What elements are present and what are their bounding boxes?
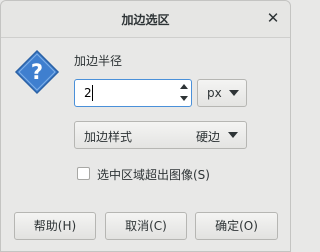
grow-style-value: 硬边 (196, 130, 221, 144)
unit-value: px (207, 86, 222, 100)
unit-dropdown[interactable]: px (197, 79, 247, 107)
question-icon: ? (14, 49, 60, 95)
exceed-image-label[interactable]: 选中区域超出图像(S) (97, 166, 210, 183)
grow-style-dropdown[interactable]: 加边样式 硬边 (74, 121, 247, 149)
close-icon[interactable]: ✕ (264, 9, 282, 27)
grow-selection-dialog: 加边选区 ✕ ? 加边半径 2 px 加边样式 硬边 选中区域超出图像(S) 帮… (0, 0, 291, 252)
spin-buttons[interactable] (177, 80, 191, 106)
radius-value[interactable]: 2 (84, 86, 92, 100)
grow-style-label: 加边样式 (84, 130, 133, 144)
title-bar: 加边选区 ✕ (1, 1, 290, 38)
chevron-down-icon (228, 132, 238, 138)
radius-label: 加边半径 (74, 54, 123, 68)
cancel-button[interactable]: 取消(C) (105, 212, 187, 240)
text-caret (92, 85, 93, 101)
radius-spin-input[interactable]: 2 (74, 79, 192, 107)
dialog-title: 加边选区 (121, 13, 170, 27)
decrement-arrow-icon[interactable] (180, 96, 188, 101)
exceed-image-checkbox[interactable] (77, 167, 90, 180)
svg-text:?: ? (31, 60, 43, 84)
help-button[interactable]: 帮助(H) (14, 212, 96, 240)
ok-button[interactable]: 确定(O) (195, 212, 278, 240)
chevron-down-icon (229, 90, 239, 96)
increment-arrow-icon[interactable] (180, 84, 188, 89)
